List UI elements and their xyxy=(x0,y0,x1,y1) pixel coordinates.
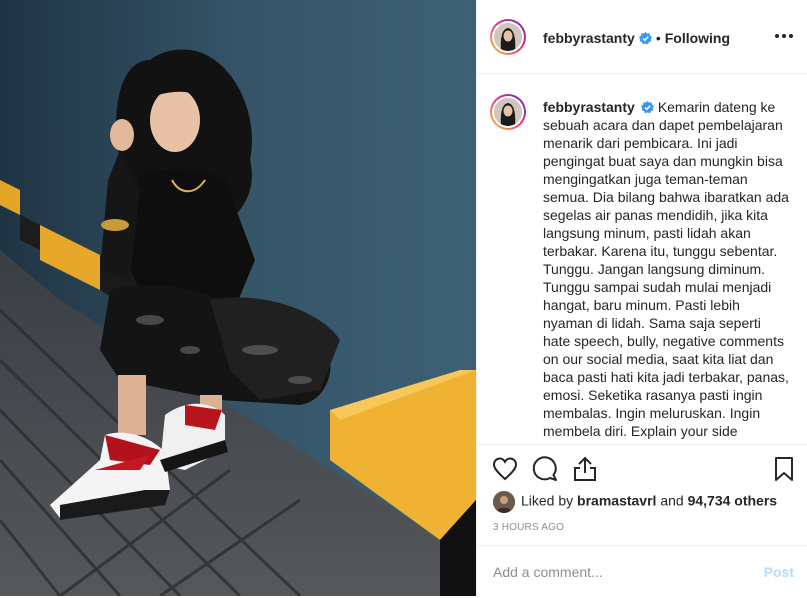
caption-username[interactable]: febbyrastanty xyxy=(543,99,635,115)
verified-badge-icon xyxy=(640,100,654,114)
comment-row: Add a comment... Post xyxy=(477,545,807,598)
photo-illustration xyxy=(0,0,476,596)
post-header: febbyrastanty • Following xyxy=(477,0,807,74)
avatar-image xyxy=(494,23,522,51)
liker-avatar[interactable] xyxy=(493,491,515,513)
verified-badge-icon xyxy=(638,32,652,45)
instagram-post: febbyrastanty • Following febbyrastanty … xyxy=(0,0,807,596)
comment-input[interactable]: Add a comment... xyxy=(493,564,603,580)
likes-count[interactable]: 94,734 others xyxy=(688,493,778,509)
caption-avatar[interactable] xyxy=(490,94,526,130)
likes-prefix: Liked by xyxy=(521,492,574,509)
header-avatar[interactable] xyxy=(490,19,526,55)
header-line: febbyrastanty • Following xyxy=(543,30,730,46)
caption-section: febbyrastanty Kemarin dateng ke sebuah ac… xyxy=(477,74,807,444)
separator-dot: • xyxy=(655,30,661,46)
share-icon[interactable] xyxy=(571,455,599,483)
action-bar: Liked by bramastavrl and 94,734 others 3… xyxy=(477,444,807,596)
comment-icon[interactable] xyxy=(531,455,559,483)
following-button[interactable]: Following xyxy=(665,30,730,46)
caption-text: febbyrastanty Kemarin dateng ke sebuah ac… xyxy=(543,98,791,440)
post-timestamp[interactable]: 3 HOURS AGO xyxy=(493,522,564,533)
heart-icon[interactable] xyxy=(491,455,519,483)
post-sidebar: febbyrastanty • Following febbyrastanty … xyxy=(476,0,807,596)
post-photo[interactable] xyxy=(0,0,476,596)
bookmark-icon[interactable] xyxy=(770,455,798,483)
caption-body: Kemarin dateng ke sebuah acara dan dapet… xyxy=(543,99,789,439)
post-comment-button[interactable]: Post xyxy=(764,564,794,580)
avatar-image xyxy=(494,98,522,126)
likes-line: Liked by bramastavrl and 94,734 others xyxy=(493,491,777,513)
header-username[interactable]: febbyrastanty xyxy=(543,30,635,46)
likes-and: and xyxy=(660,492,684,509)
liker-username[interactable]: bramastavrl xyxy=(577,493,656,509)
more-options-icon[interactable] xyxy=(774,26,794,46)
